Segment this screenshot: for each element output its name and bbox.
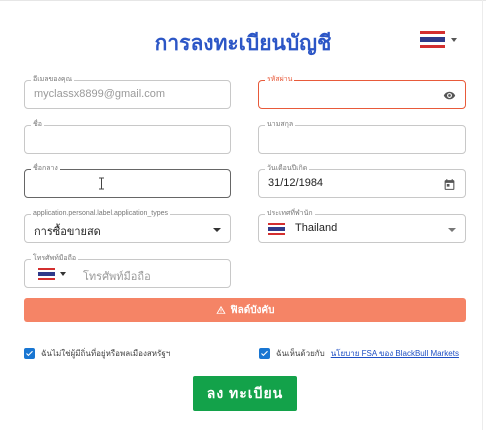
password-field[interactable]: รหัสผ่าน bbox=[258, 75, 466, 109]
fsa-policy-link[interactable]: นโยบาย FSA ของ BlackBull Markets bbox=[331, 347, 459, 360]
calendar-icon[interactable] bbox=[443, 178, 456, 191]
last-name-field[interactable]: นามสกุล bbox=[258, 120, 466, 154]
thai-flag-icon bbox=[420, 31, 445, 48]
phone-field[interactable]: โทรศัพท์มือถือ โทรศัพท์มือถือ bbox=[24, 254, 231, 288]
chevron-down-icon bbox=[60, 272, 66, 276]
birth-date-field[interactable]: วันเดือนปีเกิด 31/12/1984 bbox=[258, 164, 466, 198]
birth-date-label: วันเดือนปีเกิด bbox=[265, 164, 310, 174]
language-selector[interactable] bbox=[420, 31, 457, 48]
email-value: myclassx8899@gmail.com bbox=[34, 88, 165, 100]
eye-icon[interactable] bbox=[443, 89, 456, 102]
fsa-agreement-checkbox[interactable] bbox=[259, 348, 270, 359]
application-type-label: application.personal.label.application_t… bbox=[31, 209, 171, 219]
chevron-down-icon bbox=[213, 228, 221, 232]
not-us-resident-row: ฉันไม่ใช่ผู้มีถิ่นที่อยู่หรือพลเมืองสหรั… bbox=[24, 347, 170, 360]
last-name-label: นามสกุล bbox=[265, 120, 296, 130]
email-label: อีเมลของคุณ bbox=[31, 75, 75, 85]
top-border bbox=[0, 0, 486, 1]
phone-placeholder: โทรศัพท์มือถือ bbox=[83, 271, 151, 283]
warning-icon bbox=[215, 305, 226, 314]
right-border bbox=[482, 0, 483, 430]
country-value: Thailand bbox=[295, 222, 338, 234]
thai-flag-icon bbox=[268, 223, 285, 235]
phone-label: โทรศัพท์มือถือ bbox=[31, 254, 79, 264]
page-title: การลงทะเบียนบัญชี bbox=[154, 32, 332, 55]
first-name-label: ชื่อ bbox=[31, 120, 44, 130]
fsa-agreement-row: ฉันเห็นด้วยกับ นโยบาย FSA ของ BlackBull … bbox=[259, 347, 459, 360]
email-field[interactable]: อีเมลของคุณ myclassx8899@gmail.com bbox=[24, 75, 231, 109]
register-button[interactable]: ลง ทะเบียน bbox=[193, 376, 297, 411]
chevron-down-icon bbox=[451, 37, 457, 42]
country-label: ประเทศที่พำนัก bbox=[265, 209, 315, 219]
required-fields-warning: ฟิลด์บังคับ bbox=[24, 298, 466, 322]
password-label: รหัสผ่าน bbox=[265, 75, 295, 85]
first-name-field[interactable]: ชื่อ bbox=[24, 120, 231, 154]
warning-text: ฟิลด์บังคับ bbox=[230, 304, 275, 316]
not-us-resident-text: ฉันไม่ใช่ผู้มีถิ่นที่อยู่หรือพลเมืองสหรั… bbox=[41, 349, 171, 358]
country-select[interactable]: ประเทศที่พำนัก Thailand bbox=[258, 209, 466, 243]
text-cursor-icon bbox=[99, 177, 104, 190]
check-icon bbox=[26, 350, 33, 357]
application-type-select[interactable]: application.personal.label.application_t… bbox=[24, 209, 231, 243]
middle-name-field[interactable]: ชื่อกลาง bbox=[24, 164, 231, 198]
chevron-down-icon bbox=[448, 228, 456, 232]
application-type-value: การซื้อขายสด bbox=[34, 226, 101, 238]
thai-flag-icon bbox=[38, 268, 55, 280]
fsa-agreement-text: ฉันเห็นด้วยกับ bbox=[276, 349, 325, 358]
phone-country-selector[interactable] bbox=[38, 268, 66, 280]
birth-date-value: 31/12/1984 bbox=[268, 177, 324, 189]
not-us-resident-checkbox[interactable] bbox=[24, 348, 35, 359]
check-icon bbox=[261, 350, 268, 357]
middle-name-label: ชื่อกลาง bbox=[31, 164, 60, 174]
